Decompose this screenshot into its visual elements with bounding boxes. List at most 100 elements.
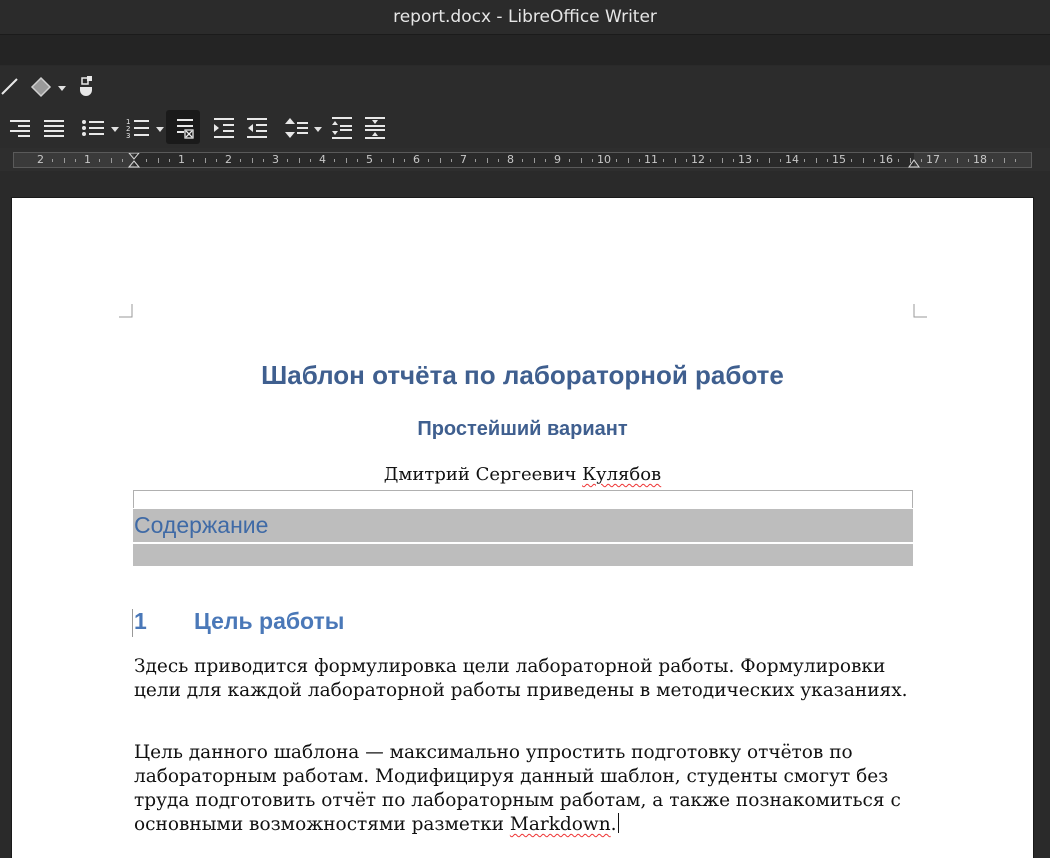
chevron-down-icon[interactable]: [111, 127, 119, 132]
insert-object-icon[interactable]: [76, 75, 96, 97]
ruler-tick: [169, 159, 170, 162]
ruler-tick: [581, 158, 582, 163]
ruler-label: 15: [832, 153, 846, 166]
ruler-tick: [146, 159, 147, 162]
ruler-tick: [592, 159, 593, 162]
section-heading: 1 Цель работы: [134, 608, 344, 635]
ruler-tick: [616, 159, 617, 162]
increase-indent-icon[interactable]: [212, 116, 236, 140]
no-list-icon: [177, 119, 194, 139]
line-icon[interactable]: [0, 76, 20, 96]
left-indent-marker[interactable]: [128, 153, 140, 169]
ruler-tick: [675, 158, 676, 163]
ruler-label: 3: [272, 153, 279, 166]
decrease-paragraph-spacing-icon[interactable]: [363, 116, 387, 140]
ruler-tick: [475, 159, 476, 162]
ruler-tick: [628, 158, 629, 163]
ruler-tick: [451, 159, 452, 162]
toc-top-frame: [133, 490, 913, 508]
document-title: Шаблон отчёта по лабораторной работе: [261, 360, 784, 390]
ruler-label: 7: [460, 153, 467, 166]
unordered-list-icon[interactable]: [80, 117, 106, 139]
ruler-label: 8: [507, 153, 514, 166]
ruler-label: 2: [37, 153, 44, 166]
justify-icon[interactable]: [42, 117, 66, 139]
ruler-label: 5: [366, 153, 373, 166]
text-cursor: [617, 813, 619, 833]
ruler-tick: [310, 159, 311, 162]
no-list-button[interactable]: [166, 110, 200, 144]
document-page[interactable]: Шаблон отчёта по лабораторной работе Про…: [12, 198, 1033, 858]
ruler-tick: [874, 159, 875, 162]
ruler-tick: [240, 159, 241, 162]
ruler-tick: [722, 158, 723, 163]
ruler-tick: [334, 159, 335, 162]
ruler-tick: [99, 159, 100, 162]
ruler-tick: [534, 158, 535, 163]
ruler-tick: [522, 159, 523, 162]
ruler-tick: [863, 158, 864, 163]
ruler-tick: [299, 158, 300, 163]
ruler-tick: [957, 158, 958, 163]
ordered-list-icon[interactable]: 123: [125, 116, 151, 140]
ruler-tick: [64, 158, 65, 163]
ruler-tick: [205, 158, 206, 163]
ruler-tick: [498, 159, 499, 162]
ruler-tick: [440, 158, 441, 163]
chevron-down-icon[interactable]: [58, 86, 66, 91]
ruler-label: 4: [319, 153, 326, 166]
ruler-tick: [733, 159, 734, 162]
increase-paragraph-spacing-icon[interactable]: [330, 116, 354, 140]
ruler-tick: [111, 158, 112, 163]
document-author: Дмитрий Сергеевич Кулябов: [12, 464, 1033, 485]
paragraph-purpose: Цель данного шаблона — максимально упрос…: [134, 741, 924, 837]
toc-heading-text: Содержание: [134, 512, 269, 538]
ruler-label: 12: [691, 153, 705, 166]
ruler-label: 11: [644, 153, 658, 166]
ruler-tick: [216, 159, 217, 162]
horizontal-ruler[interactable]: 2 1 1 2 3 4 5 6 7 8 9 10 11 12 13 14 15 16 17 18: [13, 152, 1032, 168]
ruler-tick: [816, 158, 817, 163]
ruler-tick: [851, 159, 852, 162]
table-of-contents[interactable]: Содержание: [133, 490, 913, 566]
ruler-tick: [945, 159, 946, 162]
section-title: Цель работы: [194, 608, 345, 634]
toc-heading: Содержание: [133, 509, 913, 542]
ruler-tick: [663, 159, 664, 162]
ruler-tick: [804, 159, 805, 162]
paragraph-goal: Здесь приводится формулировка цели лабор…: [134, 656, 908, 701]
ruler-label: 2: [225, 153, 232, 166]
ruler-tick: [686, 159, 687, 162]
ruler-label: 9: [554, 153, 561, 166]
right-indent-marker[interactable]: [908, 153, 920, 169]
ruler-tick: [780, 159, 781, 162]
ruler-label: 18: [973, 153, 987, 166]
shapes-icon[interactable]: [30, 76, 52, 98]
toc-entries: [133, 544, 913, 566]
text-boundary-corner: [913, 304, 927, 318]
ruler-tick: [710, 159, 711, 162]
align-right-icon[interactable]: [8, 117, 32, 139]
decrease-indent-icon[interactable]: [245, 116, 269, 140]
ruler-tick: [263, 159, 264, 162]
line-spacing-icon[interactable]: [284, 116, 310, 140]
ruler-tick: [1004, 158, 1005, 163]
ruler-tick: [52, 159, 53, 162]
heading-marker: [132, 609, 133, 637]
ruler-tick: [404, 159, 405, 162]
ruler-tick: [158, 158, 159, 163]
section-number: 1: [134, 608, 147, 634]
chevron-down-icon[interactable]: [314, 127, 322, 132]
ruler-label: 16: [879, 153, 893, 166]
ruler-tick: [757, 159, 758, 162]
ruler-tick: [193, 159, 194, 162]
ruler-label: 1: [178, 153, 185, 166]
ruler-label: 1: [84, 153, 91, 166]
ruler-tick: [1015, 159, 1016, 162]
ruler-label: 17: [926, 153, 940, 166]
ruler-tick: [428, 159, 429, 162]
ruler-tick: [357, 159, 358, 162]
chevron-down-icon[interactable]: [156, 127, 164, 132]
ruler-tick: [827, 159, 828, 162]
formatting-toolbar: 123: [0, 108, 1050, 148]
